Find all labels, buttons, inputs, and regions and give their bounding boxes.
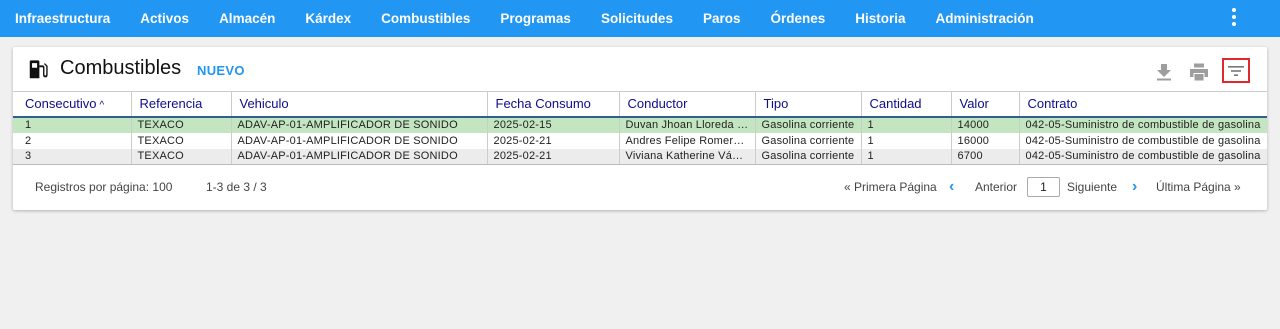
cell-referencia: TEXACO [130, 116, 231, 133]
print-icon [1190, 63, 1208, 81]
col-contrato[interactable]: Contrato [1018, 91, 1267, 118]
download-icon [1157, 64, 1171, 81]
col-referencia[interactable]: Referencia [130, 91, 231, 118]
nav-item-kardex[interactable]: Kárdex [290, 0, 366, 37]
filter-icon [1228, 65, 1244, 76]
fuel-table: Consecutivo ^ Referencia Vehiculo Fecha C… [13, 91, 1267, 165]
cell-tipo: Gasolina corriente [754, 132, 861, 149]
cell-conductor: Andres Felipe Romero ... [618, 132, 755, 149]
cell-cantidad: 1 [860, 132, 951, 149]
cell-contrato: 042-05-Suministro de combustible de gaso… [1018, 148, 1267, 165]
cell-tipo: Gasolina corriente [754, 148, 861, 165]
page-title: Combustibles [60, 57, 182, 79]
nav-item-ordenes[interactable]: Órdenes [755, 0, 840, 37]
cell-contrato: 042-05-Suministro de combustible de gaso… [1018, 132, 1267, 149]
download-button[interactable] [1151, 59, 1177, 85]
col-fecha-consumo[interactable]: Fecha Consumo [486, 91, 619, 118]
table-row[interactable]: 3 TEXACO ADAV-AP-01-AMPLIFICADOR DE SONI… [13, 148, 1267, 165]
cell-consecutivo: 1 [13, 116, 131, 133]
nav-item-programas[interactable]: Programas [485, 0, 586, 37]
last-page-link[interactable]: Última Página » [1156, 180, 1241, 194]
cell-contrato: 042-05-Suministro de combustible de gaso… [1018, 116, 1267, 133]
first-page-link[interactable]: « Primera Página [844, 180, 937, 194]
nav-item-almacen[interactable]: Almacén [204, 0, 290, 37]
cell-valor: 14000 [950, 116, 1019, 133]
cell-cantidad: 1 [860, 116, 951, 133]
chevron-left-icon[interactable]: ‹ [949, 178, 954, 196]
card-header: Combustibles NUEVO [13, 47, 1267, 91]
cell-referencia: TEXACO [130, 148, 231, 165]
cell-consecutivo: 3 [13, 148, 131, 165]
nav-item-paros[interactable]: Paros [688, 0, 756, 37]
page-number-input[interactable] [1027, 177, 1060, 197]
cell-fecha: 2025-02-21 [486, 132, 619, 149]
filter-button[interactable] [1222, 58, 1250, 83]
combustibles-card: Combustibles NUEVO Consecutivo ^ Referen… [13, 47, 1267, 210]
cell-fecha: 2025-02-15 [486, 116, 619, 133]
table-row[interactable]: 1 TEXACO ADAV-AP-01-AMPLIFICADOR DE SONI… [13, 116, 1267, 133]
cell-valor: 16000 [950, 132, 1019, 149]
cell-fecha: 2025-02-21 [486, 148, 619, 165]
table-header-row: Consecutivo ^ Referencia Vehiculo Fecha C… [13, 91, 1267, 118]
nav-item-activos[interactable]: Activos [125, 0, 204, 37]
cell-vehiculo: ADAV-AP-01-AMPLIFICADOR DE SONIDO [230, 148, 487, 165]
chevron-right-icon[interactable]: › [1132, 178, 1137, 196]
fuel-pump-icon [29, 60, 48, 79]
nav-item-combustibles[interactable]: Combustibles [366, 0, 485, 37]
cell-cantidad: 1 [860, 148, 951, 165]
cell-vehiculo: ADAV-AP-01-AMPLIFICADOR DE SONIDO [230, 116, 487, 133]
col-tipo[interactable]: Tipo [754, 91, 861, 118]
cell-consecutivo: 2 [13, 132, 131, 149]
new-button[interactable]: NUEVO [197, 63, 245, 78]
sort-asc-icon: ^ [99, 100, 105, 112]
table-row[interactable]: 2 TEXACO ADAV-AP-01-AMPLIFICADOR DE SONI… [13, 132, 1267, 149]
records-range: 1-3 de 3 / 3 [206, 180, 267, 194]
cell-referencia: TEXACO [130, 132, 231, 149]
nav-item-historia[interactable]: Historia [840, 0, 920, 37]
pagination-bar: Registros por página: 100 1-3 de 3 / 3 «… [13, 177, 1267, 197]
next-page-link[interactable]: Siguiente [1067, 180, 1117, 194]
cell-conductor: Duvan Jhoan Lloreda P... [618, 116, 755, 133]
more-vert-icon[interactable] [1226, 6, 1242, 28]
cell-tipo: Gasolina corriente [754, 116, 861, 133]
cell-vehiculo: ADAV-AP-01-AMPLIFICADOR DE SONIDO [230, 132, 487, 149]
col-consecutivo[interactable]: Consecutivo ^ [13, 91, 131, 118]
col-vehiculo[interactable]: Vehiculo [230, 91, 487, 118]
nav-item-solicitudes[interactable]: Solicitudes [586, 0, 688, 37]
col-valor[interactable]: Valor [950, 91, 1019, 118]
cell-conductor: Viviana Katherine Vásq... [618, 148, 755, 165]
print-button[interactable] [1186, 59, 1212, 85]
col-conductor[interactable]: Conductor [618, 91, 755, 118]
nav-item-infraestructura[interactable]: Infraestructura [0, 0, 125, 37]
previous-page-link[interactable]: Anterior [975, 180, 1017, 194]
records-per-page[interactable]: Registros por página: 100 [35, 180, 172, 194]
cell-valor: 6700 [950, 148, 1019, 165]
col-cantidad[interactable]: Cantidad [860, 91, 951, 118]
nav-item-administracion[interactable]: Administración [921, 0, 1049, 37]
top-navbar: Infraestructura Activos Almacén Kárdex C… [0, 0, 1280, 37]
